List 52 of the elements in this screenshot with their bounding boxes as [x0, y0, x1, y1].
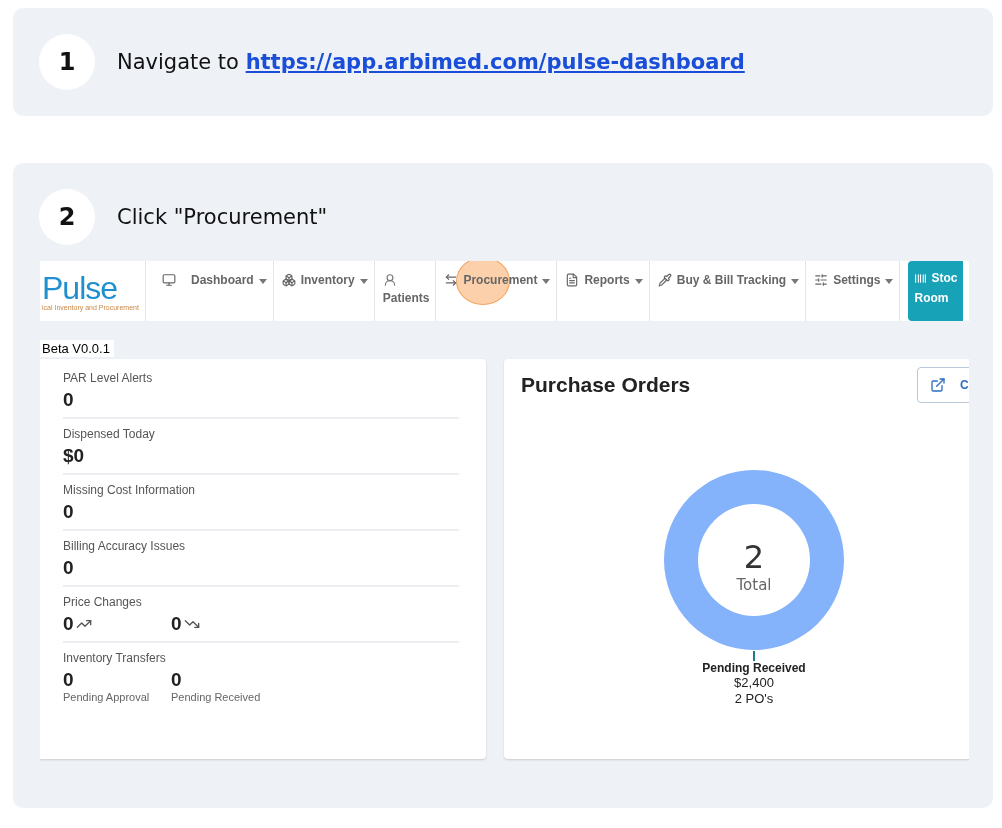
step-instruction: Click "Procurement": [117, 205, 328, 229]
metric-value: 0: [63, 501, 75, 523]
nav-menu-item[interactable]: Dashboard: [146, 261, 274, 321]
caret-icon: [258, 279, 267, 284]
card-title: Purchase Orders: [521, 373, 691, 397]
slice-amount: $2,400: [733, 675, 775, 691]
slice-name: Pending Received: [702, 661, 806, 676]
metric-label: Price Changes: [63, 595, 143, 609]
metric-value: 0: [63, 389, 75, 411]
metric-caption: Pending Approval: [63, 691, 151, 703]
metric-label: Inventory Transfers: [63, 651, 167, 665]
nav-menu-item[interactable]: Settings: [806, 261, 901, 321]
leader-line: [753, 650, 755, 661]
caret-icon: [542, 279, 551, 284]
stock-room-button[interactable]: Stoc Room: [908, 261, 964, 321]
arrows-icon: [444, 273, 459, 287]
caret-icon: [791, 279, 800, 284]
version-label: Beta V0.0.1: [40, 340, 114, 357]
external-link-icon: [930, 377, 946, 393]
document-icon: [565, 273, 580, 287]
donut-total: 2: [743, 538, 765, 576]
metric-label: Missing Cost Information: [63, 483, 197, 497]
pulse-logo: Pulse: [42, 271, 118, 304]
create-button[interactable]: C: [917, 367, 969, 403]
step-number: 2: [39, 189, 95, 245]
metric-caption: Pending Received: [171, 691, 262, 703]
step-instruction: Navigate to https://app.arbimed.com/pulse-dashboard: [117, 50, 745, 74]
metric-label: Billing Accuracy Issues: [63, 539, 187, 553]
donut-total-label: Total: [736, 576, 772, 594]
monitor-icon: [162, 273, 176, 287]
sliders-icon: [814, 273, 829, 287]
nav-menu-item[interactable]: Buy & Bill Tracking: [649, 261, 807, 321]
caret-icon: [885, 279, 894, 284]
nav-menu-item[interactable]: Inventory: [273, 261, 375, 321]
metric-value: 0: [63, 557, 75, 579]
metric-label: PAR Level Alerts: [63, 371, 154, 385]
nav-menu-item[interactable]: Reports: [557, 261, 650, 321]
metric-value: 0: [63, 669, 75, 691]
url-link[interactable]: https://app.arbimed.com/pulse-dashboard: [245, 50, 745, 74]
metric-label: Dispensed Today: [63, 427, 156, 441]
caret-icon: [359, 279, 368, 284]
nav-menu-item[interactable]: Patients: [374, 261, 437, 321]
metric-value: 0: [171, 613, 182, 635]
metric-value: $0: [63, 445, 86, 467]
caret-icon: [634, 279, 643, 284]
step-number: 1: [39, 34, 95, 90]
metric-value: 0: [171, 669, 183, 691]
boxes-icon: [281, 273, 296, 287]
barcode-icon: [914, 271, 928, 285]
metric-value: 0: [63, 613, 74, 635]
person-icon: [382, 273, 397, 287]
slice-count: 2 PO's: [733, 691, 775, 707]
